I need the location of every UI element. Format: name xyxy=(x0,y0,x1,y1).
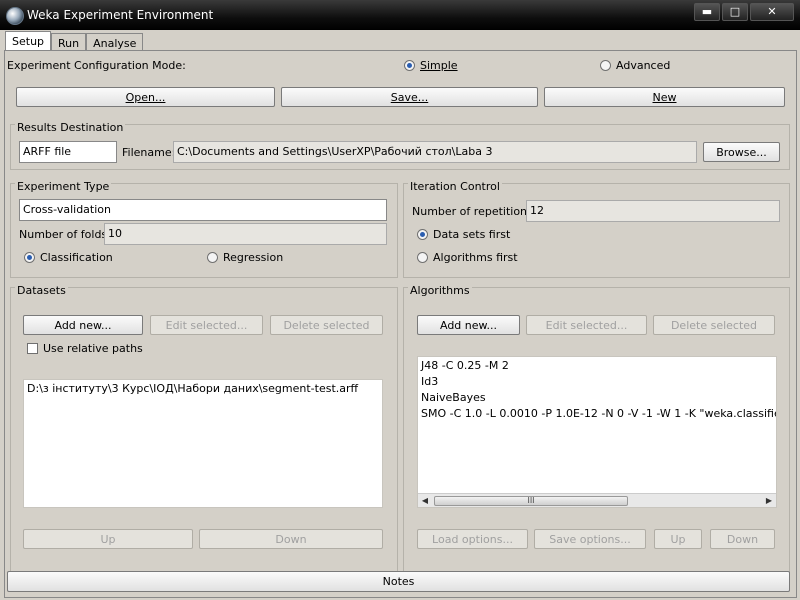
save-options-button[interactable]: Save options... xyxy=(534,529,646,549)
datasets-up-button[interactable]: Up xyxy=(23,529,193,549)
notes-button[interactable]: Notes xyxy=(7,571,790,592)
mode-advanced-label: Advanced xyxy=(616,59,671,72)
new-button[interactable]: New xyxy=(544,87,785,107)
list-item[interactable]: SMO -C 1.0 -L 0.0010 -P 1.0E-12 -N 0 -V … xyxy=(418,406,776,422)
algorithms-first-label: Algorithms first xyxy=(433,251,518,264)
title-bar[interactable]: Weka Experiment Environment ▬ □ ✕ xyxy=(0,0,800,30)
mode-simple-radio[interactable]: Simple xyxy=(404,59,458,72)
algorithms-hscrollbar[interactable]: ◀ III ▶ xyxy=(418,493,776,507)
datasets-first-label: Data sets first xyxy=(433,228,511,241)
classification-label: Classification xyxy=(40,251,113,264)
algorithms-edit-button[interactable]: Edit selected... xyxy=(526,315,647,335)
relative-paths-checkbox[interactable]: Use relative paths xyxy=(27,342,143,355)
algorithms-title: Algorithms xyxy=(408,284,472,297)
folds-label: Number of folds: xyxy=(19,228,111,241)
save-button[interactable]: Save... xyxy=(281,87,538,107)
filename-field[interactable]: C:\Documents and Settings\UserXP\Рабочий… xyxy=(173,141,697,163)
regression-label: Regression xyxy=(223,251,284,264)
setup-panel: Experiment Configuration Mode: Simple Ad… xyxy=(4,50,797,598)
folds-field[interactable]: 10 xyxy=(104,223,387,245)
scroll-thumb[interactable]: III xyxy=(434,496,628,506)
scroll-right-icon[interactable]: ▶ xyxy=(762,494,776,507)
list-item[interactable]: J48 -C 0.25 -M 2 xyxy=(418,358,776,374)
save-button-label: Save... xyxy=(390,91,429,104)
algorithms-add-button[interactable]: Add new... xyxy=(417,315,520,335)
algorithms-first-radio[interactable]: Algorithms first xyxy=(417,251,518,264)
radio-unselected-icon xyxy=(600,60,611,71)
window-title: Weka Experiment Environment xyxy=(27,8,214,22)
datasets-add-button[interactable]: Add new... xyxy=(23,315,143,335)
maximize-icon[interactable]: □ xyxy=(722,3,748,21)
datasets-down-button[interactable]: Down xyxy=(199,529,383,549)
new-button-label: New xyxy=(652,91,677,104)
datasets-title: Datasets xyxy=(15,284,68,297)
browse-button[interactable]: Browse... xyxy=(703,142,780,162)
datasets-list[interactable]: D:\з інституту\3 Курс\ІОД\Набори даних\s… xyxy=(23,379,383,508)
checkbox-icon xyxy=(27,343,38,354)
repetitions-label: Number of repetitions: xyxy=(412,205,537,218)
datasets-delete-button[interactable]: Delete selected xyxy=(270,315,383,335)
classification-radio[interactable]: Classification xyxy=(24,251,113,264)
repetitions-field[interactable]: 12 xyxy=(526,200,780,222)
client-area: Setup Run Analyse Experiment Configurati… xyxy=(2,30,798,598)
radio-selected-icon xyxy=(24,252,35,263)
experiment-type-select[interactable]: Cross-validation xyxy=(19,199,387,221)
load-options-button[interactable]: Load options... xyxy=(417,529,528,549)
datasets-first-radio[interactable]: Data sets first xyxy=(417,228,510,241)
relative-paths-label: Use relative paths xyxy=(43,342,143,355)
iteration-control-title: Iteration Control xyxy=(408,180,502,193)
algorithms-down-button[interactable]: Down xyxy=(710,529,775,549)
minimize-icon[interactable]: ▬ xyxy=(694,3,720,21)
mode-label: Experiment Configuration Mode: xyxy=(7,59,186,72)
list-item[interactable]: NaiveBayes xyxy=(418,390,776,406)
close-icon[interactable]: ✕ xyxy=(750,3,794,21)
regression-radio[interactable]: Regression xyxy=(207,251,283,264)
mode-advanced-radio[interactable]: Advanced xyxy=(600,59,670,72)
experiment-type-title: Experiment Type xyxy=(15,180,112,193)
list-item[interactable]: Id3 xyxy=(418,374,776,390)
main-window: Weka Experiment Environment ▬ □ ✕ Setup … xyxy=(0,0,800,600)
tab-strip: Setup Run Analyse xyxy=(5,31,144,53)
datasets-edit-button[interactable]: Edit selected... xyxy=(150,315,263,335)
list-item[interactable]: D:\з інституту\3 Курс\ІОД\Набори даних\s… xyxy=(24,381,382,397)
results-destination-title: Results Destination xyxy=(15,121,126,134)
radio-unselected-icon xyxy=(417,252,428,263)
algorithms-delete-button[interactable]: Delete selected xyxy=(653,315,775,335)
open-button-label: Open... xyxy=(125,91,166,104)
window-controls: ▬ □ ✕ xyxy=(692,3,794,21)
algorithms-up-button[interactable]: Up xyxy=(654,529,702,549)
algorithms-list[interactable]: J48 -C 0.25 -M 2 Id3 NaiveBayes SMO -C 1… xyxy=(417,356,777,508)
filename-label: Filename: xyxy=(122,146,176,159)
mode-simple-label: Simple xyxy=(420,59,458,72)
weka-app-icon xyxy=(6,7,24,25)
radio-selected-icon xyxy=(417,229,428,240)
open-button[interactable]: Open... xyxy=(16,87,275,107)
radio-selected-icon xyxy=(404,60,415,71)
destination-type-select[interactable]: ARFF file xyxy=(19,141,117,163)
radio-unselected-icon xyxy=(207,252,218,263)
scroll-left-icon[interactable]: ◀ xyxy=(418,494,432,507)
